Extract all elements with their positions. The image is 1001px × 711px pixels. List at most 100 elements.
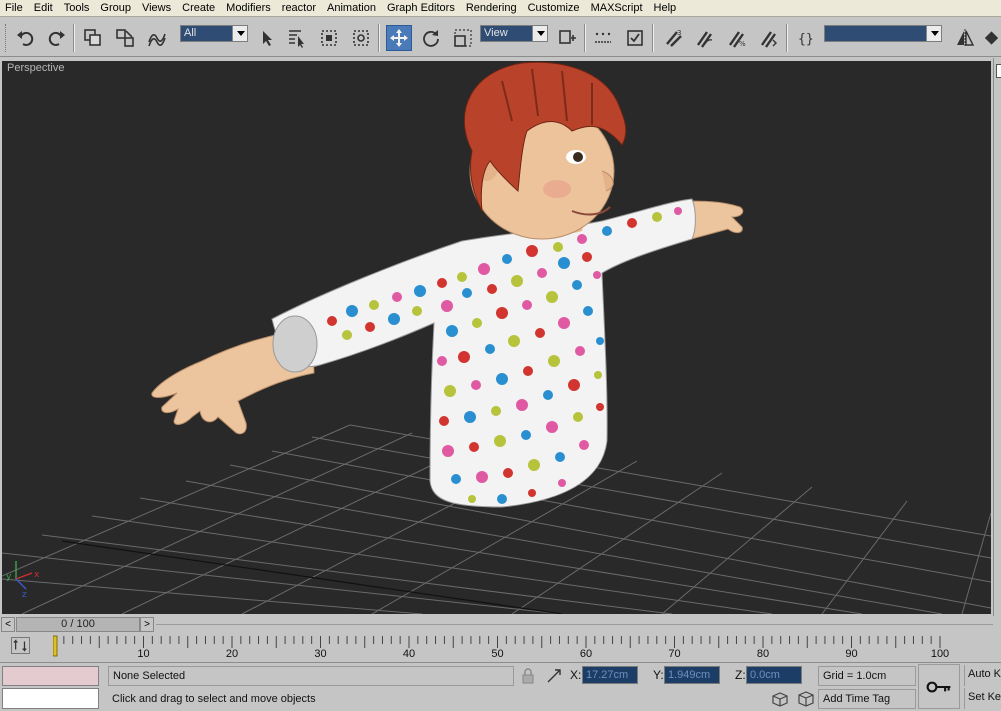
y-coord-field[interactable]: 1.949cm [664,666,720,684]
window-crossing-icon [353,30,369,46]
menu-graph-editors[interactable]: Graph Editors [382,0,461,16]
current-frame-marker [53,635,58,657]
menu-maxscript[interactable]: MAXScript [586,0,649,16]
select-and-rotate-button[interactable] [418,25,444,51]
toolbar-grip[interactable] [5,24,8,52]
time-slider-next-button[interactable]: > [140,617,154,632]
undo-button[interactable] [12,25,38,51]
select-and-move-button[interactable] [386,25,412,51]
key-icon [926,681,951,692]
viewport-scene: y x z [2,61,991,614]
z-coord-field[interactable]: 0.0cm [746,666,802,684]
align-icon [984,31,999,45]
chevron-down-icon [232,26,247,41]
spinner-snap-toggle-button[interactable] [756,25,782,51]
redo-button[interactable] [44,25,70,51]
time-slider-prev-button[interactable]: < [1,617,15,632]
unlink-icon [116,29,134,47]
toolbar-separator [786,24,788,52]
svg-text:{}: {} [798,32,814,47]
menu-reactor[interactable]: reactor [277,0,322,16]
edit-named-selection-button[interactable]: {} [794,25,820,51]
unlink-selection-button[interactable] [112,25,138,51]
mirror-icon [957,29,975,47]
undo-icon [17,31,34,46]
menu-tools[interactable]: Tools [59,0,96,16]
select-and-link-button[interactable] [80,25,106,51]
toolbar-separator [584,24,586,52]
time-slider-track[interactable] [156,624,993,625]
pivot-center-icon [559,30,576,44]
selection-lock-toggle[interactable] [518,667,538,685]
percent-snap-icon: % [729,31,746,48]
menu-views[interactable]: Views [137,0,177,16]
viewport-label[interactable]: Perspective [7,62,64,74]
open-mini-curve-editor-button[interactable] [11,637,30,654]
rectangular-selection-region-button[interactable] [316,25,342,51]
menu-file[interactable]: File [0,0,29,16]
select-object-icon [263,31,272,46]
cube-icon [798,691,814,707]
svg-text:3: 3 [677,29,681,37]
menu-modifiers[interactable]: Modifiers [221,0,277,16]
use-pivot-center-button[interactable] [554,25,580,51]
panel-scroll-nub[interactable] [996,64,1001,78]
select-by-name-button[interactable] [284,25,310,51]
named-selection-dropdown[interactable] [824,25,942,42]
edit-named-selection-icon: {} [798,32,814,47]
toolbar-separator [378,24,380,52]
select-object-button[interactable] [254,25,280,51]
toolbar-separator [73,24,75,52]
y-coord-label: Y: [653,668,664,682]
rectangular-region-icon [321,30,337,46]
window-crossing-button[interactable] [348,25,374,51]
absolute-mode-toggle[interactable] [545,667,563,685]
percent-snap-toggle-button[interactable]: % [724,25,750,51]
track-bar: 10 20 30 40 50 60 70 80 90 100 [0,634,993,662]
manipulate-icon [595,32,611,43]
keyboard-shortcut-override-button[interactable] [622,25,648,51]
perspective-viewport[interactable]: y x z Perspective [2,61,991,614]
menu-help[interactable]: Help [649,0,683,16]
timeline-tick-label: 90 [845,648,858,660]
align-button[interactable] [982,25,1001,51]
maxscript-listener-macro[interactable] [2,666,99,686]
snaps-toggle-button[interactable]: 3 [660,25,686,51]
set-key-button[interactable] [918,664,960,709]
bind-space-warp-button[interactable] [144,25,170,51]
reference-coordinate-dropdown[interactable]: View [480,25,548,42]
menu-group[interactable]: Group [95,0,137,16]
auto-key-button[interactable]: Auto Key [964,665,1001,686]
menu-bar: File Edit Tools Group Views Create Modif… [0,0,1001,17]
select-and-scale-button[interactable] [450,25,476,51]
time-slider-handle[interactable]: 0 / 100 [16,617,140,632]
keyboard-shortcut-icon [627,30,643,46]
maxscript-listener-output[interactable] [2,688,99,709]
menu-edit[interactable]: Edit [29,0,59,16]
command-panel-edge[interactable] [993,58,1001,616]
x-coord-label: X: [570,668,582,682]
menu-create[interactable]: Create [177,0,221,16]
selection-filter-dropdown[interactable]: All [180,25,248,42]
x-coord-field[interactable]: 17.27cm [582,666,638,684]
menu-animation[interactable]: Animation [322,0,382,16]
transform-type-in-icon [547,669,561,683]
grid-spacing-readout: Grid = 1.0cm [818,666,916,686]
menu-rendering[interactable]: Rendering [461,0,523,16]
timeline-tick-label: 30 [314,648,327,660]
time-tag-toggle[interactable] [796,690,816,708]
set-key-mode-button[interactable]: Set Key [964,688,1001,709]
lock-icon [522,668,534,684]
select-and-manipulate-button[interactable] [590,25,616,51]
menu-customize[interactable]: Customize [523,0,586,16]
mirror-button[interactable] [952,25,978,51]
box-icon [772,692,788,707]
add-time-tag-button[interactable]: Add Time Tag [818,689,916,709]
select-by-name-icon [289,30,304,48]
viewcube-toggle[interactable] [769,690,791,708]
reference-coordinate-value: View [484,27,508,39]
bind-space-warp-icon [148,33,166,47]
timeline-tick-label: 70 [668,648,681,660]
select-and-rotate-icon [423,30,439,47]
angle-snap-toggle-button[interactable] [692,25,718,51]
